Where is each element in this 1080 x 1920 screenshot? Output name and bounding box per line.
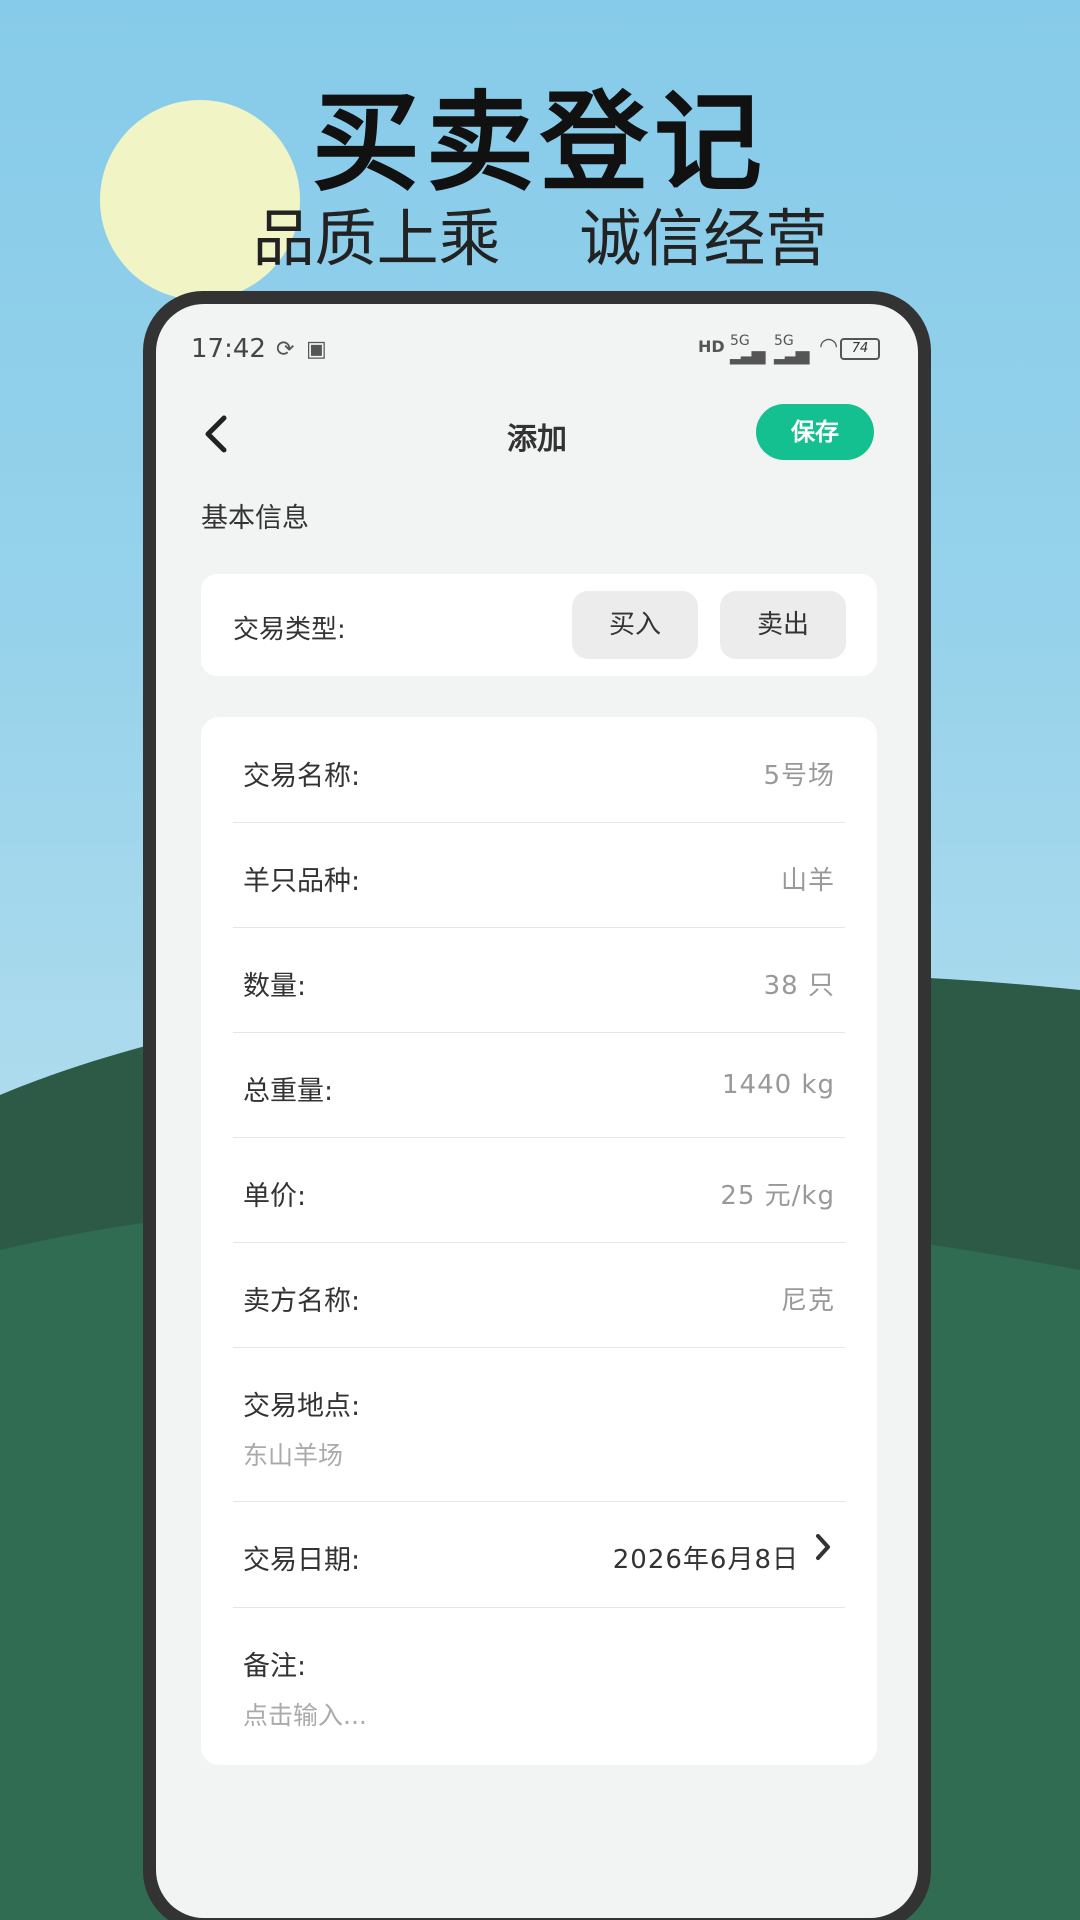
seller-value[interactable]: 尼克 <box>781 1280 835 1317</box>
location-value[interactable]: 东山羊场 <box>243 1436 343 1472</box>
wifi-icon: ◠ <box>819 334 839 359</box>
nav-bar: 添加 保存 <box>156 394 918 474</box>
quantity-label: 数量: <box>243 971 307 1002</box>
signal-sim2-icon: ▂▃▅ <box>774 344 809 365</box>
form-row-seller[interactable]: 卖方名称: 尼克 <box>233 1242 845 1348</box>
trade-type-card: 交易类型: 买入 卖出 <box>201 574 877 676</box>
form-row-notes[interactable]: 备注: 点击输入... <box>233 1607 845 1761</box>
name-label: 交易名称: <box>243 761 361 792</box>
form-row-name[interactable]: 交易名称: 5号场 <box>233 717 845 823</box>
name-value[interactable]: 5号场 <box>763 755 835 792</box>
signal-sim1-icon: ▂▃▅ <box>730 344 765 365</box>
weight-value[interactable]: 1440 kg <box>722 1070 835 1100</box>
notes-label: 备注: <box>243 1651 307 1682</box>
date-label: 交易日期: <box>243 1545 361 1576</box>
breed-value[interactable]: 山羊 <box>781 860 835 897</box>
status-time: 17:42 <box>191 334 266 364</box>
date-value[interactable]: 2026年6月8日 <box>613 1539 799 1576</box>
form-row-price[interactable]: 单价: 25 元/kg <box>233 1137 845 1243</box>
breed-label: 羊只品种: <box>243 866 361 897</box>
notes-input[interactable]: 点击输入... <box>243 1696 367 1732</box>
battery-icon: 74 <box>840 338 880 360</box>
form-card: 交易名称: 5号场 羊只品种: 山羊 数量: 38 只 总重量: 1440 kg… <box>201 717 877 1765</box>
hd-icon: HD <box>698 337 725 356</box>
price-value[interactable]: 25 元/kg <box>720 1175 835 1212</box>
trade-type-label: 交易类型: <box>233 615 346 645</box>
chevron-right-icon[interactable] <box>813 1531 833 1571</box>
status-bar: 17:42 ⟳ ▣ HD 5G ▂▃▅ 5G ▂▃▅ ◠ 74 <box>156 304 918 384</box>
sell-option-button[interactable]: 卖出 <box>720 591 846 659</box>
promo-background: 买卖登记 品质上乘 诚信经营 17:42 ⟳ ▣ HD 5G ▂▃▅ 5G ▂▃… <box>0 0 1080 1920</box>
form-row-date[interactable]: 交易日期: 2026年6月8日 <box>233 1501 845 1608</box>
form-row-breed[interactable]: 羊只品种: 山羊 <box>233 822 845 928</box>
form-row-weight[interactable]: 总重量: 1440 kg <box>233 1032 845 1138</box>
promo-subtitle: 品质上乘 诚信经营 <box>252 202 828 275</box>
weight-label: 总重量: <box>243 1076 334 1107</box>
price-label: 单价: <box>243 1181 307 1212</box>
save-button[interactable]: 保存 <box>756 404 874 460</box>
location-label: 交易地点: <box>243 1391 361 1422</box>
buy-option-button[interactable]: 买入 <box>572 591 698 659</box>
form-row-quantity[interactable]: 数量: 38 只 <box>233 927 845 1033</box>
seller-label: 卖方名称: <box>243 1286 361 1317</box>
sync-icon: ⟳ <box>276 337 295 362</box>
app-screen: 17:42 ⟳ ▣ HD 5G ▂▃▅ 5G ▂▃▅ ◠ 74 添加 保存 基本… <box>156 304 918 1918</box>
app-notification-icon: ▣ <box>306 337 327 362</box>
section-title-basic-info: 基本信息 <box>201 503 309 534</box>
form-row-location[interactable]: 交易地点: 东山羊场 <box>233 1347 845 1502</box>
phone-frame: 17:42 ⟳ ▣ HD 5G ▂▃▅ 5G ▂▃▅ ◠ 74 添加 保存 基本… <box>143 291 931 1920</box>
quantity-value[interactable]: 38 只 <box>764 965 835 1002</box>
